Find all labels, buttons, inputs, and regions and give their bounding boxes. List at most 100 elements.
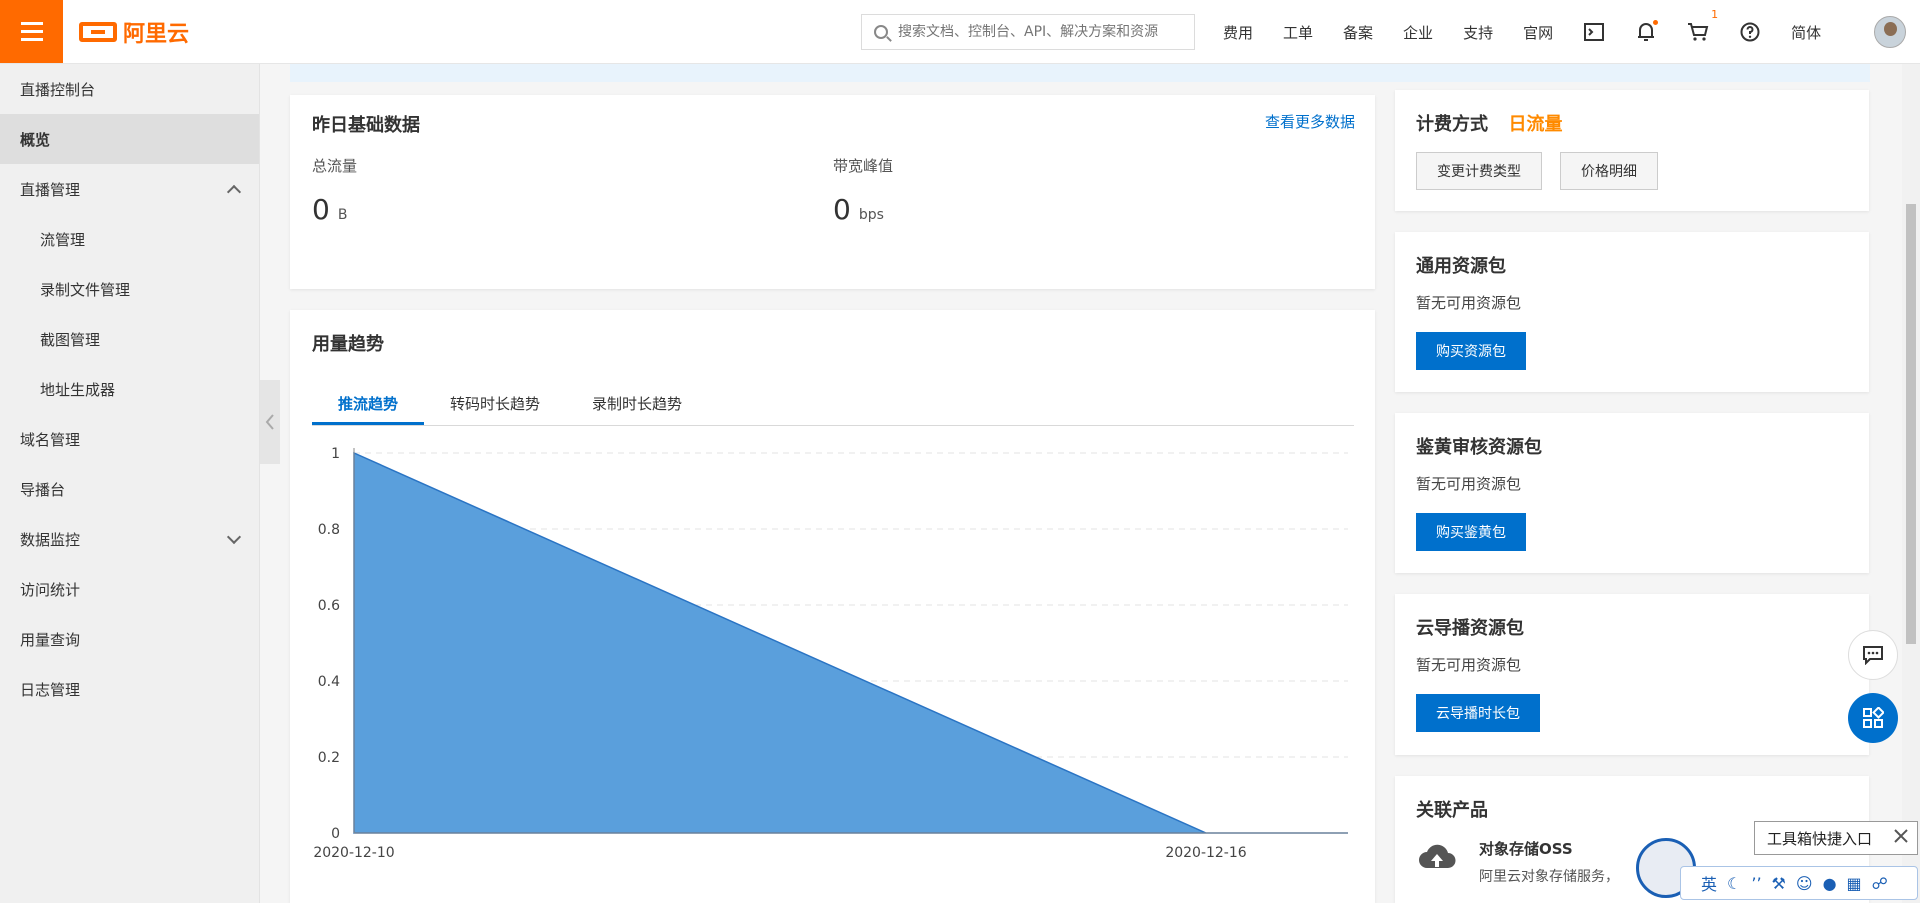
y-tick-label: 0.2 xyxy=(318,750,340,766)
sidebar-item-stream-management[interactable]: 流管理 xyxy=(0,214,259,264)
top-links: 费用 工单 备案 企业 支持 官网 1 简体 xyxy=(1208,0,1836,64)
basic-data-card: 昨日基础数据 查看更多数据 总流量 0B 带宽峰值 0 bps xyxy=(290,95,1375,289)
general-package-status: 暂无可用资源包 xyxy=(1416,294,1522,312)
basic-data-title: 昨日基础数据 xyxy=(312,115,420,136)
price-details-button[interactable]: 价格明细 xyxy=(1560,152,1658,190)
top-link-fee[interactable]: 费用 xyxy=(1223,22,1253,43)
traffic-value: 0 xyxy=(312,193,330,226)
billing-header: 计费方式 日流量 xyxy=(1416,110,1562,136)
sidebar-item-overview[interactable]: 概览 xyxy=(0,114,259,164)
y-tick-label: 0 xyxy=(331,826,340,842)
general-package-card: 通用资源包 暂无可用资源包 购买资源包 xyxy=(1395,232,1869,392)
help-icon[interactable] xyxy=(1738,20,1762,44)
sidebar: 直播控制台 概览 直播管理 流管理 录制文件管理 截图管理 地址生成器 域名管理… xyxy=(0,64,260,903)
sidebar-item-label: 流管理 xyxy=(40,230,86,249)
top-link-support[interactable]: 支持 xyxy=(1463,22,1493,43)
usage-trend-card: 用量趋势 推流趋势 转码时长趋势 录制时长趋势 0 0.2 0.4 0.6 0.8 1 20… xyxy=(290,310,1375,903)
tab-transcode-trend[interactable]: 转码时长趋势 xyxy=(424,382,566,425)
bandwidth-unit: bps xyxy=(858,207,884,223)
sidebar-item-live-management[interactable]: 直播管理 xyxy=(0,164,259,214)
smiley-icon[interactable]: ☺ xyxy=(1796,874,1813,893)
sidebar-item-director[interactable]: 导播台 xyxy=(0,464,259,514)
y-tick-label: 0.8 xyxy=(318,522,340,538)
buy-package-button[interactable]: 购买资源包 xyxy=(1416,332,1526,370)
top-link-enterprise[interactable]: 企业 xyxy=(1403,22,1433,43)
general-package-title: 通用资源包 xyxy=(1416,256,1506,277)
cart-icon[interactable]: 1 xyxy=(1686,8,1718,44)
sidebar-item-usage[interactable]: 用量查询 xyxy=(0,614,259,664)
oss-product-name[interactable]: 对象存储OSS xyxy=(1479,838,1573,859)
sidebar-title-label: 直播控制台 xyxy=(20,80,96,99)
porn-review-package-card: 鉴黄审核资源包 暂无可用资源包 购买鉴黄包 xyxy=(1395,413,1869,573)
sidebar-item-label: 用量查询 xyxy=(20,630,81,649)
x-tick-label: 2020-12-16 xyxy=(1165,845,1246,861)
bandwidth-label: 带宽峰值 xyxy=(833,157,894,175)
sidebar-item-url-generator[interactable]: 地址生成器 xyxy=(0,364,259,414)
sidebar-item-access-stats[interactable]: 访问统计 xyxy=(0,564,259,614)
sidebar-item-domains[interactable]: 域名管理 xyxy=(0,414,259,464)
sidebar-item-logs[interactable]: 日志管理 xyxy=(0,664,259,714)
sidebar-item-label: 日志管理 xyxy=(20,680,81,699)
wrench-icon[interactable]: ⚒ xyxy=(1772,874,1786,893)
sidebar-item-label: 数据监控 xyxy=(20,530,81,549)
lock-icon[interactable]: ☍ xyxy=(1872,874,1888,893)
feedback-chat-button[interactable] xyxy=(1848,630,1898,680)
search-box[interactable] xyxy=(861,14,1195,50)
sidebar-item-label: 直播管理 xyxy=(20,180,81,199)
sidebar-item-label: 录制文件管理 xyxy=(40,280,131,299)
skin-icon[interactable]: ● xyxy=(1823,874,1837,893)
sidebar-item-label: 截图管理 xyxy=(40,330,101,349)
billing-card: 计费方式 日流量 变更计费类型 价格明细 xyxy=(1395,90,1869,211)
language-switch[interactable]: 简体 xyxy=(1791,22,1821,43)
sidebar-item-label: 地址生成器 xyxy=(40,380,116,399)
y-tick-label: 0.4 xyxy=(318,674,340,690)
scrollbar-thumb[interactable] xyxy=(1906,204,1916,644)
traffic-label: 总流量 xyxy=(312,157,358,175)
sidebar-item-data-monitoring[interactable]: 数据监控 xyxy=(0,514,259,564)
top-link-ticket[interactable]: 工单 xyxy=(1283,22,1313,43)
director-package-status: 暂无可用资源包 xyxy=(1416,656,1522,674)
porn-review-package-status: 暂无可用资源包 xyxy=(1416,475,1522,493)
bell-icon[interactable] xyxy=(1634,20,1659,44)
toolbox-apps-button[interactable] xyxy=(1848,693,1898,743)
user-avatar[interactable] xyxy=(1874,16,1906,48)
bandwidth-value: 0 xyxy=(833,193,851,226)
buy-porn-review-button[interactable]: 购买鉴黄包 xyxy=(1416,513,1526,551)
aliyun-logo[interactable]: 阿里云 xyxy=(79,16,189,48)
sidebar-item-label: 概览 xyxy=(20,130,51,149)
tab-push-trend[interactable]: 推流趋势 xyxy=(312,382,425,425)
sidebar-item-recording-files[interactable]: 录制文件管理 xyxy=(0,264,259,314)
grid-icon[interactable]: ▦ xyxy=(1847,874,1862,893)
tab-recording-trend[interactable]: 录制时长趋势 xyxy=(566,382,708,425)
page-scrollbar[interactable] xyxy=(1902,64,1920,903)
oss-cloud-icon xyxy=(1417,842,1457,876)
sidebar-item-label: 访问统计 xyxy=(20,580,81,599)
top-link-record[interactable]: 备案 xyxy=(1343,22,1373,43)
change-billing-type-button[interactable]: 变更计费类型 xyxy=(1416,152,1542,190)
sidebar-title[interactable]: 直播控制台 xyxy=(0,64,259,114)
sidebar-item-screenshots[interactable]: 截图管理 xyxy=(0,314,259,364)
chevron-up-icon xyxy=(226,184,242,200)
aliyun-logo-mark xyxy=(79,21,117,42)
moon-icon[interactable]: ☾ xyxy=(1727,874,1741,893)
oss-product-desc: 阿里云对象存储服务， xyxy=(1479,869,1619,885)
terminal-icon[interactable] xyxy=(1582,20,1606,44)
billing-method: 日流量 xyxy=(1508,114,1563,135)
view-more-data-link[interactable]: 查看更多数据 xyxy=(1265,111,1355,132)
hamburger-menu-button[interactable] xyxy=(0,0,63,63)
search-input[interactable] xyxy=(898,24,1188,40)
punctuation-icon[interactable]: ’’ xyxy=(1751,874,1761,893)
top-link-website[interactable]: 官网 xyxy=(1523,22,1553,43)
cart-badge: 1 xyxy=(1711,8,1719,21)
director-package-title: 云导播资源包 xyxy=(1416,618,1524,639)
search-icon xyxy=(874,25,888,39)
top-navbar: 阿里云 费用 工单 备案 企业 支持 官网 1 简体 xyxy=(0,0,1920,64)
sidebar-collapse-handle[interactable] xyxy=(260,380,280,464)
director-duration-button[interactable]: 云导播时长包 xyxy=(1416,694,1540,732)
close-icon[interactable] xyxy=(1893,828,1909,848)
area-series-push-trend xyxy=(353,451,1348,834)
related-products-title: 关联产品 xyxy=(1416,800,1488,821)
toolbox-tip-text: 工具箱快捷入口 xyxy=(1767,829,1873,848)
ime-language[interactable]: 英 xyxy=(1701,871,1717,895)
sidebar-item-label: 域名管理 xyxy=(20,430,81,449)
